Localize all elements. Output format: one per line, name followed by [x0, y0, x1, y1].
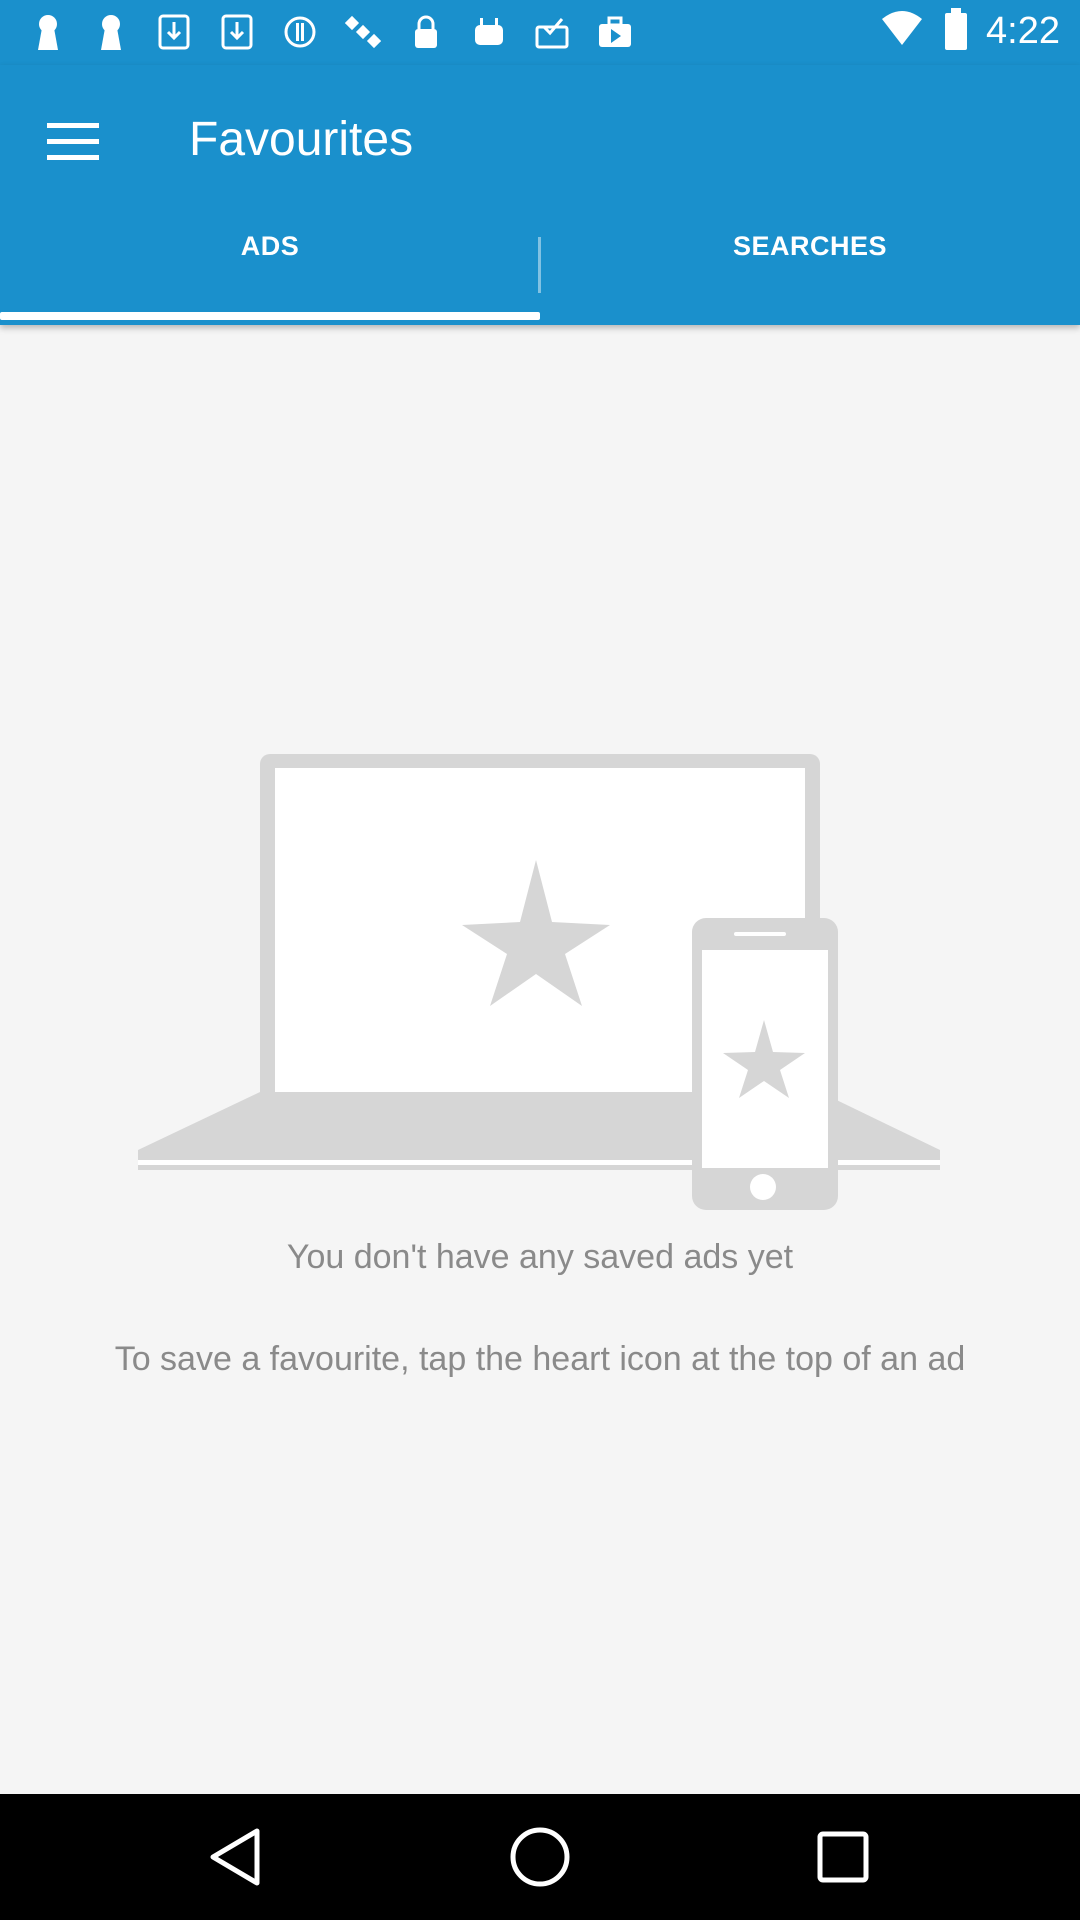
menu-button[interactable] [42, 111, 104, 173]
keyhole-icon [93, 14, 129, 50]
tab-ads[interactable]: ADS [0, 197, 540, 325]
status-bar: 4:22 [0, 0, 1080, 65]
app-bar: Favourites ADS SEARCHES [0, 65, 1080, 325]
download-icon [219, 14, 255, 50]
hamburger-menu-icon [47, 123, 99, 160]
navigation-bar [0, 1794, 1080, 1920]
recents-button[interactable] [808, 1822, 878, 1892]
tab-ads-label: ADS [240, 230, 300, 261]
status-time: 4:22 [986, 10, 1060, 52]
keyhole-icon [30, 14, 66, 50]
check-mail-icon [534, 14, 570, 50]
tab-searches[interactable]: SEARCHES [540, 197, 1080, 325]
back-button[interactable] [200, 1822, 270, 1892]
home-button[interactable] [505, 1822, 575, 1892]
wifi-icon [880, 9, 924, 54]
empty-state-hint: To save a favourite, tap the heart icon … [114, 1340, 966, 1378]
notification-icons [30, 14, 660, 50]
laptop-phone-star-illustration [138, 754, 940, 1210]
circle-info-icon [282, 14, 318, 50]
download-icon [156, 14, 192, 50]
android-icon [471, 14, 507, 50]
home-icon [510, 1827, 570, 1887]
page-title: Favourites [189, 113, 414, 166]
status-right: 4:22 [880, 8, 1060, 55]
tab-indicator [0, 312, 540, 320]
recents-icon [817, 1831, 869, 1883]
tab-divider [538, 237, 541, 293]
battery-icon [944, 8, 968, 55]
empty-state-title: You don't have any saved ads yet [286, 1238, 794, 1276]
screen: 4:22 Favourites ADS SEARCHES You don't h… [0, 0, 1080, 1920]
tab-searches-label: SEARCHES [732, 230, 888, 261]
back-icon [210, 1828, 260, 1886]
briefcase-icon [597, 14, 633, 50]
lock-icon [408, 14, 444, 50]
satellite-icon [345, 14, 381, 50]
